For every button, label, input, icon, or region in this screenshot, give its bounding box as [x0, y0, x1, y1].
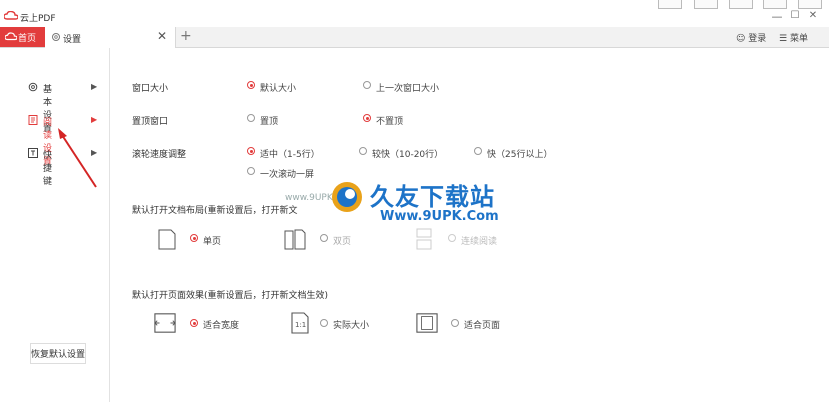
toolbar-button[interactable] [658, 0, 682, 9]
radio-layout-double[interactable] [320, 234, 328, 242]
new-tab-button[interactable]: + [180, 28, 192, 44]
tab-settings[interactable]: 设置 ✕ [45, 27, 176, 48]
keyboard-icon [28, 148, 38, 158]
radio-scroll-medium[interactable] [247, 147, 255, 155]
document-icon [28, 115, 38, 125]
login-button[interactable]: ☺ 登录 [736, 31, 766, 44]
option-label: 上一次窗口大小 [376, 84, 440, 94]
option-label: 快（25行以上） [487, 150, 553, 160]
gear-icon [52, 33, 60, 41]
option-label: 单页 [203, 237, 222, 247]
menu-button[interactable]: ☰ 菜单 [779, 31, 808, 44]
chevron-right-icon: ▶ [91, 82, 98, 91]
option-label: 默认大小 [260, 84, 297, 94]
radio-scroll-page[interactable] [247, 167, 255, 175]
option-label: 较快（10-20行） [372, 150, 444, 160]
window-size-label: 窗口大小 [132, 84, 169, 94]
fit-width-icon [154, 313, 176, 333]
svg-text:1:1: 1:1 [295, 321, 306, 329]
radio-zoom-fit-page[interactable] [451, 319, 459, 327]
option-label: 双页 [333, 237, 352, 247]
option-label: 不置顶 [376, 117, 404, 127]
tab-settings-label: 设置 [63, 35, 82, 45]
pin-window-label: 置顶窗口 [132, 117, 169, 127]
actual-size-icon: 1:1 [291, 312, 309, 334]
layout-section-title: 默认打开文档布局(重新设置后，打开新文 [132, 206, 298, 216]
radio-scroll-fastest[interactable] [474, 147, 482, 155]
option-label: 适合宽度 [203, 321, 240, 331]
continuous-page-icon [416, 228, 432, 250]
watermark-logo-icon [332, 182, 362, 212]
sidebar-item-label: 快捷键 [43, 151, 53, 187]
double-page-icon [284, 229, 306, 250]
chevron-right-icon: ▶ [91, 115, 98, 124]
tab-home-label: 首页 [18, 34, 37, 44]
radio-zoom-fit-width[interactable] [190, 319, 198, 327]
cloud-logo-icon [4, 11, 18, 20]
radio-scroll-fast[interactable] [359, 147, 367, 155]
option-label: 连续阅读 [461, 237, 498, 247]
radio-layout-continuous[interactable] [448, 234, 456, 242]
menu-icon: ☰ [779, 34, 788, 44]
minimize-button[interactable]: — [770, 10, 784, 23]
option-label: 一次滚动一屏 [260, 170, 315, 180]
radio-zoom-actual[interactable] [320, 319, 328, 327]
single-page-icon [158, 229, 176, 250]
gear-icon [28, 82, 38, 92]
restore-defaults-button[interactable]: 恢复默认设置 [30, 343, 86, 364]
watermark-url: Www.9UPK.Com [380, 209, 499, 224]
radio-last-size[interactable] [363, 81, 371, 89]
user-icon: ☺ [736, 34, 746, 44]
fit-page-icon [416, 313, 438, 333]
toolbar-button[interactable] [763, 0, 787, 9]
radio-default-size[interactable] [247, 81, 255, 89]
option-label: 适合页面 [464, 321, 501, 331]
toolbar-button[interactable] [694, 0, 718, 9]
login-label: 登录 [748, 34, 767, 44]
radio-pin[interactable] [247, 114, 255, 122]
app-title: 云上PDF [20, 14, 56, 24]
cloud-icon [5, 32, 17, 41]
toolbar-button[interactable] [729, 0, 753, 9]
option-label: 实际大小 [333, 321, 370, 331]
tab-home[interactable]: 首页 [0, 27, 45, 47]
watermark-title: 久友下载站 [370, 183, 495, 211]
toolbar-button[interactable] [798, 0, 822, 9]
option-label: 适中（1-5行） [260, 150, 320, 160]
option-label: 置顶 [260, 117, 279, 127]
zoom-section-title: 默认打开页面效果(重新设置后，打开新文档生效) [132, 291, 329, 301]
radio-layout-single[interactable] [190, 234, 198, 242]
scroll-speed-label: 滚轮速度调整 [132, 150, 187, 160]
close-window-button[interactable]: ✕ [806, 10, 820, 21]
maximize-button[interactable]: ☐ [788, 10, 802, 21]
radio-no-pin[interactable] [363, 114, 371, 122]
close-tab-icon[interactable]: ✕ [157, 29, 167, 43]
chevron-right-icon: ▶ [91, 148, 98, 157]
menu-label: 菜单 [789, 34, 808, 44]
